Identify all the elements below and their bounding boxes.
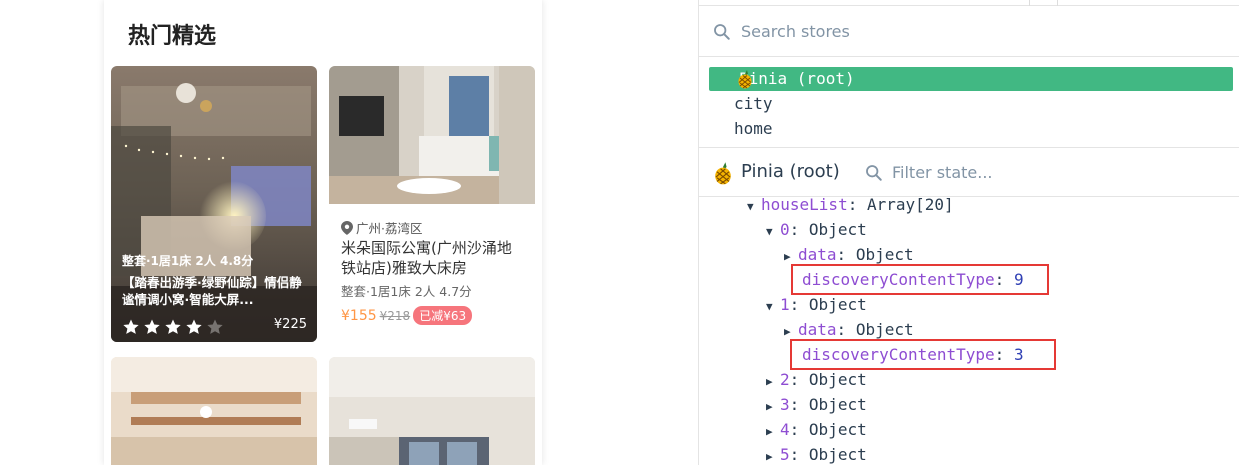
tree-node-item-3[interactable]: ▶ 3: Object [766,392,867,417]
search-icon [866,165,882,181]
location-text: 广州·荔湾区 [356,221,423,236]
tree-value: Object [808,370,867,389]
section-title: 热门精选 [128,24,217,49]
tree-sep: : [789,395,800,414]
tree-sep: : [789,420,800,439]
tree-key: 0 [780,220,790,239]
collapsed-arrow-icon[interactable]: ▶ [766,444,780,465]
original-price: ¥218 [379,308,411,323]
house-location: 广州·荔湾区 [341,218,422,237]
store-search-bar [699,6,1239,57]
store-label: home [734,119,773,138]
house-photo [111,357,317,465]
tree-key: 2 [780,370,790,389]
star-icon [144,319,160,334]
store-label: city [734,94,773,113]
house-desc: 整套·1居1床 2人 4.7分 [341,284,472,299]
rating-stars [122,318,224,336]
tree-node-item-4[interactable]: ▶ 4: Object [766,417,867,442]
store-item-pinia-root[interactable]: Pinia (root) [709,67,1233,91]
tree-sep: : [847,197,858,214]
house-prices: ¥155 ¥218 已减¥63 [341,306,473,325]
pineapple-icon [738,70,752,89]
highlight-box [791,264,1049,295]
state-title: Pinia (root) [741,161,840,182]
tree-key: data [798,320,837,339]
search-icon [714,24,730,40]
tree-value: Object [808,420,867,439]
house-card-1[interactable]: 整套·1居1床 2人 4.8分 【踏春出游季·绿野仙踪】情侣静谧情调小窝·智能大… [111,66,317,342]
tree-sep: : [789,370,800,389]
house-card-2[interactable]: 广州·荔湾区 米朵国际公寓(广州沙涌地铁站店)雅致大床房 整套·1居1床 2人 … [329,66,535,346]
state-tree: ▼ houseList: Array[20] ▼ 0: Object ▶ data: … [699,197,1239,465]
tree-sep: : [789,295,800,314]
store-item-city[interactable]: city [709,92,1233,116]
pinia-devtools: Pinia (root) city home Pinia (root) ▼hou… [698,0,1239,465]
star-icon [123,319,139,334]
house-title: 【踏春出游季·绿野仙踪】情侣静谧情调小窝·智能大屏... [122,275,302,307]
tree-value: Object [808,395,867,414]
store-label: Pinia (root) [739,69,855,88]
search-stores-input[interactable] [741,18,1221,44]
house-title: 米朵国际公寓(广州沙涌地铁站店)雅致大床房 [341,239,512,277]
tree-sep: : [836,320,847,339]
tree-key: 3 [780,395,790,414]
star-empty-icon [207,319,223,334]
highlight-box [790,339,1056,370]
expanded-arrow-icon[interactable]: ▼ [766,294,780,319]
tree-key: data [798,245,837,264]
location-pin-icon [341,220,353,235]
house-photo [329,357,535,465]
filter-state-input[interactable] [892,159,1212,185]
house-card-4[interactable] [329,357,535,465]
store-item-home[interactable]: home [709,117,1233,141]
tree-value: Object [855,320,914,339]
tree-value: Object [808,295,867,314]
tree-key: 5 [780,445,790,464]
expanded-arrow-icon[interactable]: ▼ [747,197,761,219]
tree-value: Object [808,220,867,239]
tree-value: Object [855,245,914,264]
tree-value: Object [808,445,867,464]
tree-sep: : [789,220,800,239]
tree-node-item-5[interactable]: ▶ 5: Object [766,442,867,465]
collapsed-arrow-icon[interactable]: ▶ [766,419,780,444]
tree-sep: : [789,445,800,464]
tree-sep: : [836,245,847,264]
tree-key: houseList [761,197,848,214]
house-card-3[interactable] [111,357,317,465]
tree-value: Array[20] [866,197,954,214]
collapsed-arrow-icon[interactable]: ▶ [766,394,780,419]
house-price: ¥225 [273,317,307,332]
tree-node-item-0[interactable]: ▼ 0: Object [766,217,867,242]
house-photo [329,66,535,204]
store-list: Pinia (root) city home [699,57,1239,148]
star-icon [165,319,181,334]
app-preview: 热门精选 整套·1居1床 2人 4.8分 【踏春出游季·绿野仙踪】情侣静谧情调小… [0,0,698,465]
house-desc: 整套·1居1床 2人 4.8分 [122,254,254,268]
tree-node-houseList[interactable]: ▼ houseList: Array[20] [747,197,954,217]
tree-key: 4 [780,420,790,439]
collapsed-arrow-icon[interactable]: ▶ [766,369,780,394]
pineapple-icon [715,162,731,185]
tree-key: 1 [780,295,790,314]
house-price: ¥155 [341,307,377,324]
tree-node-item-1[interactable]: ▼ 1: Object [766,292,867,317]
expanded-arrow-icon[interactable]: ▼ [766,219,780,244]
discount-badge: 已减¥63 [413,306,473,325]
state-inspector-header: Pinia (root) [699,148,1239,197]
star-icon [186,319,202,334]
tree-node-item-2[interactable]: ▶ 2: Object [766,367,867,392]
